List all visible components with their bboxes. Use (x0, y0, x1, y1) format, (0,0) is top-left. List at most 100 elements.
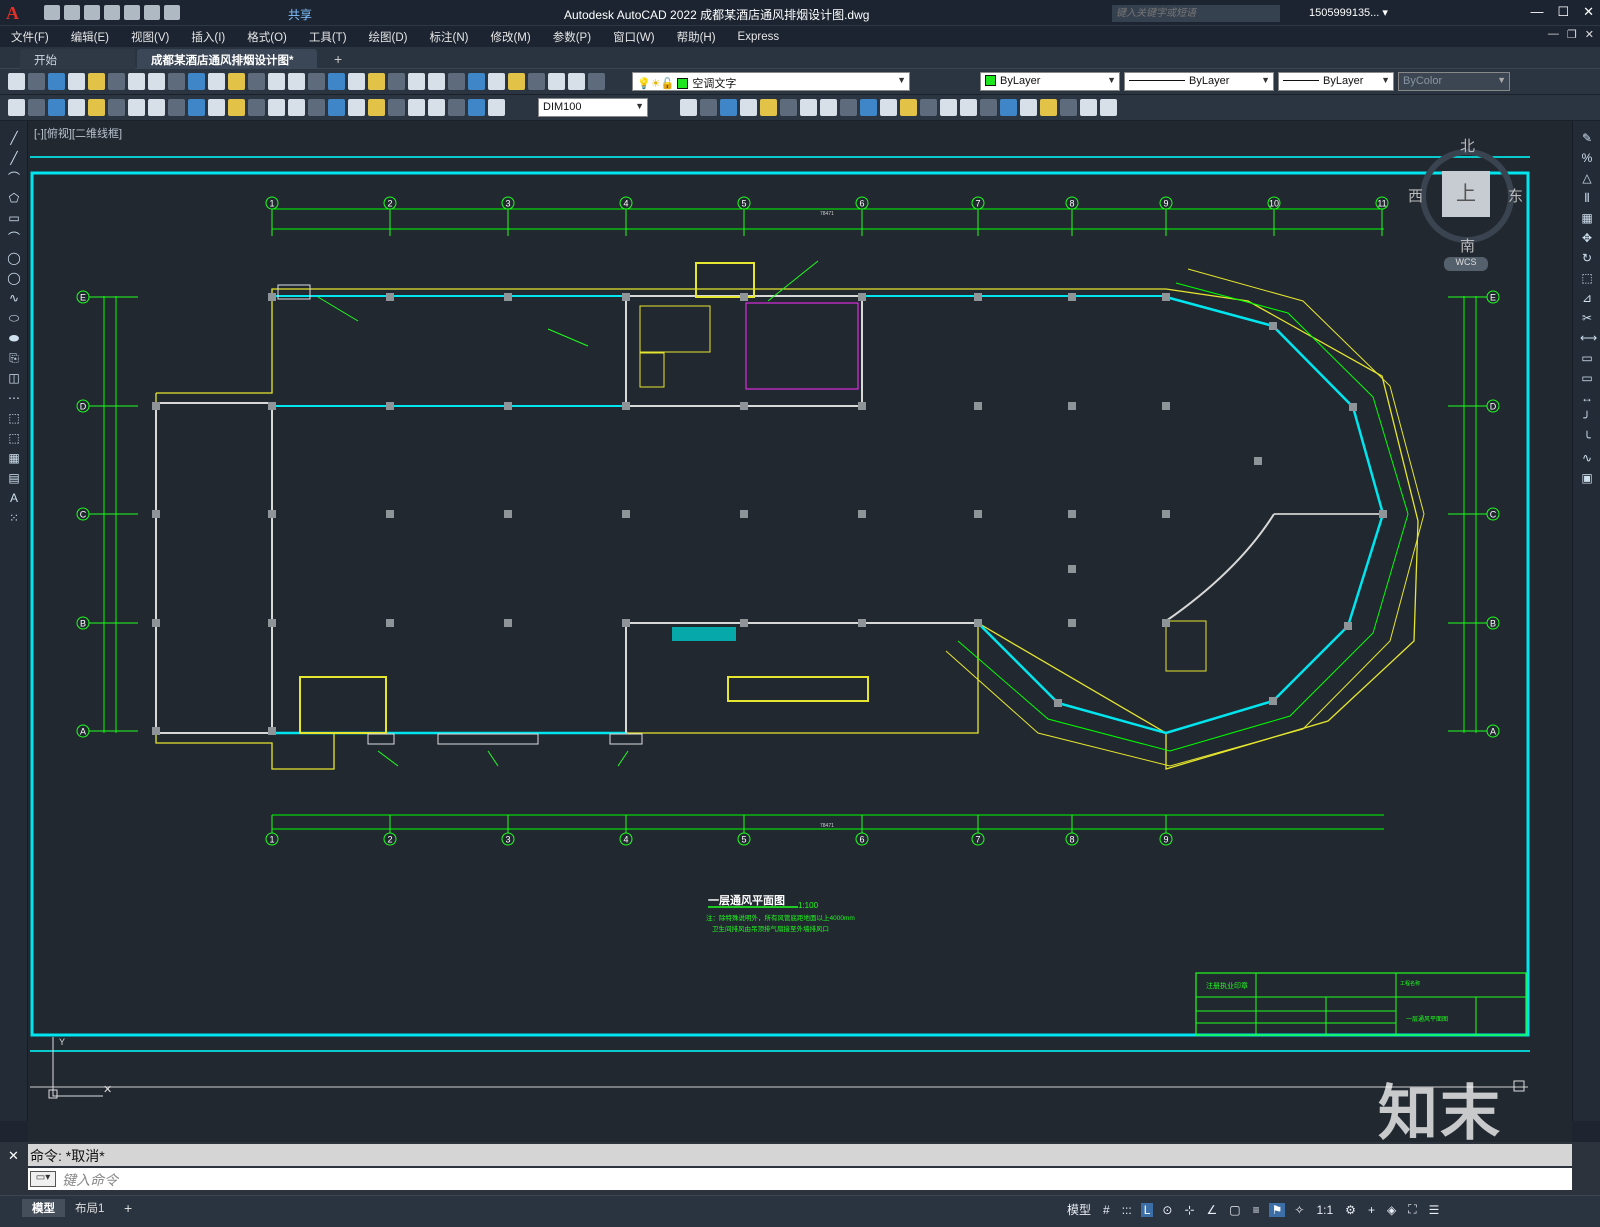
doc-close-button[interactable]: ✕ (1585, 28, 1594, 41)
dimension-tool-icon[interactable] (68, 99, 85, 116)
viewcube-east[interactable]: 东 (1508, 185, 1523, 206)
standard-tool-icon[interactable] (68, 73, 85, 90)
modify-tool-icon[interactable] (740, 99, 757, 116)
redo-icon[interactable] (164, 5, 180, 20)
modify-tool-icon[interactable] (860, 99, 877, 116)
layer-dropdown[interactable]: 💡☀🔓 空调文字 ▼ (632, 72, 910, 91)
annotation-visibility-icon[interactable]: ⚑ (1268, 1202, 1286, 1217)
menu-item[interactable]: 格式(O) (236, 29, 298, 45)
standard-tool-icon[interactable] (8, 73, 25, 90)
standard-tool-icon[interactable] (448, 73, 465, 90)
dimension-tool-icon[interactable] (368, 99, 385, 116)
autoscale-icon[interactable]: ✧ (1291, 1203, 1307, 1217)
revision-cloud-icon[interactable]: ◯ (7, 271, 21, 285)
polar-icon[interactable]: ⊙ (1159, 1203, 1175, 1217)
standard-tool-icon[interactable] (508, 73, 525, 90)
modify-tool-icon[interactable] (720, 99, 737, 116)
grid-toggle[interactable]: # (1100, 1203, 1113, 1217)
modify-tool-icon[interactable] (820, 99, 837, 116)
modify-tool-icon[interactable] (680, 99, 697, 116)
color-dropdown[interactable]: ByLayer ▼ (980, 72, 1120, 91)
dimension-tool-icon[interactable] (448, 99, 465, 116)
dimension-tool-icon[interactable] (428, 99, 445, 116)
multiline-text-icon[interactable]: A (7, 491, 21, 505)
modify-tool-icon[interactable] (1020, 99, 1037, 116)
modify-tool-icon[interactable] (780, 99, 797, 116)
dimension-tool-icon[interactable] (408, 99, 425, 116)
annotation-scale[interactable]: 1:1 (1313, 1203, 1336, 1217)
copy-icon[interactable]: % (1580, 151, 1594, 165)
standard-tool-icon[interactable] (228, 73, 245, 90)
standard-tool-icon[interactable] (48, 73, 65, 90)
join-icon[interactable]: ↔ (1580, 391, 1594, 405)
user-account[interactable]: 1505999135... ▾ (1309, 6, 1388, 19)
arc-icon[interactable]: ⌒ (7, 171, 21, 185)
undo-icon[interactable] (144, 5, 160, 20)
rectangle-icon[interactable]: ▭ (7, 211, 21, 225)
dimension-tool-icon[interactable] (88, 99, 105, 116)
menu-item[interactable]: 帮助(H) (666, 29, 727, 45)
plot-icon[interactable] (124, 5, 140, 20)
viewport-label[interactable]: [-][俯视][二维线框] (34, 125, 122, 141)
erase-icon[interactable]: ✎ (1580, 131, 1594, 145)
command-input[interactable]: 键入命令 (28, 1168, 1572, 1190)
modify-tool-icon[interactable] (700, 99, 717, 116)
dimension-tool-icon[interactable] (8, 99, 25, 116)
menu-item[interactable]: Express (727, 31, 791, 43)
dimension-tool-icon[interactable] (208, 99, 225, 116)
modify-tool-icon[interactable] (840, 99, 857, 116)
standard-tool-icon[interactable] (548, 73, 565, 90)
trim-icon[interactable]: ✂ (1580, 311, 1594, 325)
ellipse-arc-icon[interactable]: ⬬ (7, 331, 21, 345)
minimize-button[interactable]: — (1530, 4, 1543, 20)
plotstyle-dropdown[interactable]: ByColor ▼ (1398, 72, 1510, 91)
menu-item[interactable]: 绘图(D) (358, 29, 419, 45)
dimension-tool-icon[interactable] (228, 99, 245, 116)
standard-tool-icon[interactable] (208, 73, 225, 90)
viewcube[interactable]: 北 南 西 东 上 WCS (1408, 138, 1523, 271)
standard-tool-icon[interactable] (528, 73, 545, 90)
modify-tool-icon[interactable] (900, 99, 917, 116)
polygon-icon[interactable]: ⬠ (7, 191, 21, 205)
modify-tool-icon[interactable] (1060, 99, 1077, 116)
doc-restore-button[interactable]: ❐ (1567, 28, 1577, 41)
lineweight-dropdown[interactable]: ByLayer ▼ (1278, 72, 1394, 91)
move-icon[interactable]: ✥ (1580, 231, 1594, 245)
modify-tool-icon[interactable] (1080, 99, 1097, 116)
menu-item[interactable]: 视图(V) (120, 29, 180, 45)
modify-tool-icon[interactable] (960, 99, 977, 116)
make-block-icon[interactable]: ◫ (7, 371, 21, 385)
dimension-tool-icon[interactable] (168, 99, 185, 116)
menu-item[interactable]: 编辑(E) (60, 29, 120, 45)
keyword-search-input[interactable] (1112, 5, 1280, 22)
share-button[interactable]: 共享 (288, 6, 312, 23)
close-button[interactable]: ✕ (1583, 4, 1594, 20)
standard-tool-icon[interactable] (368, 73, 385, 90)
modify-tool-icon[interactable] (1000, 99, 1017, 116)
line-icon[interactable]: ╱ (7, 131, 21, 145)
autocad-logo[interactable]: A (6, 3, 19, 24)
fillet-icon[interactable]: ╰ (1580, 431, 1594, 445)
workspace-gear-icon[interactable]: ⚙ (1342, 1203, 1359, 1217)
dimension-tool-icon[interactable] (28, 99, 45, 116)
standard-tool-icon[interactable] (408, 73, 425, 90)
dimension-tool-icon[interactable] (468, 99, 485, 116)
snap-toggle[interactable]: ::: (1119, 1203, 1135, 1217)
dimstyle-dropdown[interactable]: DIM100 ▼ (538, 98, 648, 117)
standard-tool-icon[interactable] (468, 73, 485, 90)
standard-tool-icon[interactable] (88, 73, 105, 90)
save-icon[interactable] (84, 5, 100, 20)
modify-tool-icon[interactable] (760, 99, 777, 116)
add-selected-icon[interactable]: ⁙ (7, 511, 21, 525)
dimension-tool-icon[interactable] (188, 99, 205, 116)
dimension-tool-icon[interactable] (108, 99, 125, 116)
new-tab-button[interactable]: + (320, 48, 356, 68)
command-close-icon[interactable]: ✕ (8, 1148, 19, 1164)
tab-document[interactable]: 成都某酒店通风排烟设计图* ✕ (137, 49, 317, 82)
standard-tool-icon[interactable] (128, 73, 145, 90)
break-at-point-icon[interactable]: ▭ (1580, 351, 1594, 365)
dimension-tool-icon[interactable] (148, 99, 165, 116)
standard-tool-icon[interactable] (348, 73, 365, 90)
tab-start[interactable]: 开始 (20, 49, 135, 69)
circle-icon[interactable]: ◯ (7, 251, 21, 265)
